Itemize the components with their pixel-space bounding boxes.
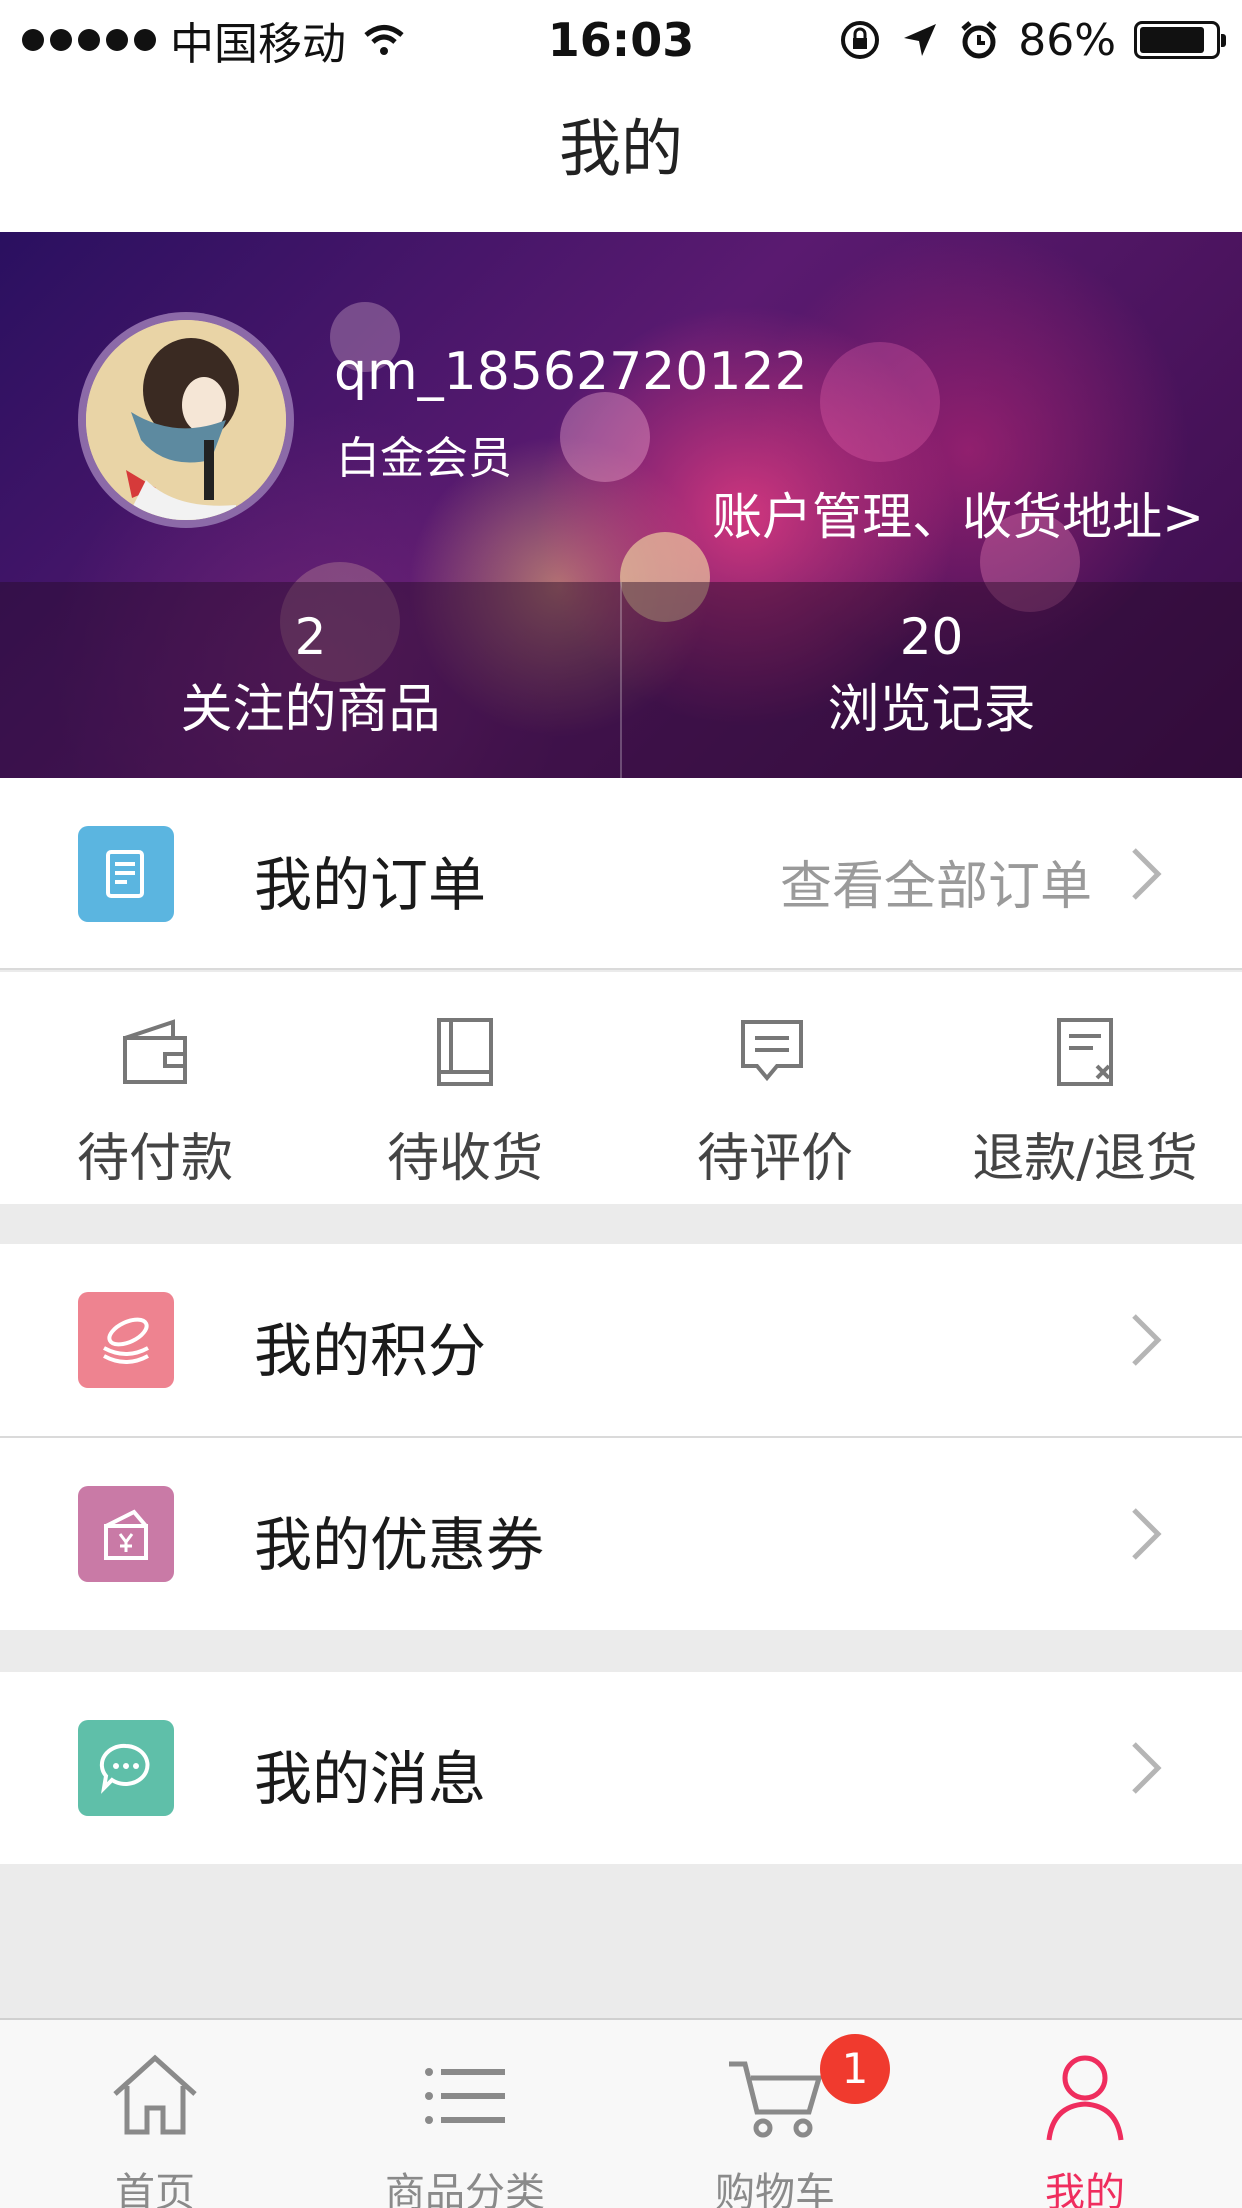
avatar[interactable] — [78, 312, 294, 528]
tab-cart[interactable]: 1 购物车 — [620, 2020, 930, 2208]
avatar-illustration — [86, 320, 286, 520]
view-all-orders-link[interactable]: 查看全部订单 — [780, 844, 1092, 919]
order-status-bar: 待付款 待收货 待评价 退款/退货 — [0, 972, 1242, 1204]
tab-label: 商品分类 — [385, 2170, 545, 2208]
chevron-right-icon — [1132, 1742, 1162, 1794]
status-right: 86% — [838, 8, 1226, 72]
tab-home[interactable]: 首页 — [0, 2020, 310, 2208]
list-icon — [425, 2068, 505, 2124]
cart-badge: 1 — [820, 2034, 890, 2104]
status-refund[interactable]: 退款/退货 — [930, 972, 1242, 1204]
my-coupons-row[interactable]: 我的优惠券 — [0, 1438, 1242, 1630]
profile-header: qm_18562720122 白金会员 账户管理、收货地址> 2 关注的商品 2… — [0, 232, 1242, 778]
status-bar: 中国移动 16:03 86% — [0, 0, 1242, 78]
status-label: 退款/退货 — [972, 1129, 1198, 1189]
my-coupons-title: 我的优惠券 — [254, 1511, 545, 1579]
tab-categories[interactable]: 商品分类 — [310, 2020, 620, 2208]
tab-profile[interactable]: 我的 — [930, 2020, 1242, 2208]
bokeh-decoration — [820, 342, 940, 462]
my-orders-title: 我的订单 — [254, 851, 487, 919]
coupon-icon — [78, 1486, 174, 1582]
home-icon — [113, 2054, 197, 2135]
account-management-link[interactable]: 账户管理、收货地址> — [712, 477, 1204, 549]
stat-followed-products[interactable]: 2 关注的商品 — [0, 582, 621, 778]
tab-bar: 首页 商品分类 1 购物车 我的 — [0, 2018, 1242, 2208]
username: qm_18562720122 — [334, 342, 808, 402]
chevron-right-icon — [1132, 1508, 1162, 1560]
profile-stats: 2 关注的商品 20 浏览记录 — [0, 582, 1242, 778]
tab-label: 购物车 — [715, 2170, 835, 2208]
battery-icon — [1134, 21, 1226, 59]
wallet-icon — [123, 1019, 187, 1084]
page-title: 我的 — [558, 112, 683, 185]
stat-label: 浏览记录 — [827, 680, 1036, 740]
person-icon — [1046, 2055, 1124, 2141]
stat-value: 2 — [294, 608, 327, 666]
my-points-row[interactable]: 我的积分 — [0, 1244, 1242, 1436]
cart-icon — [729, 2061, 823, 2138]
member-level: 白金会员 — [336, 433, 512, 484]
chat-bubble-icon — [78, 1720, 174, 1816]
chevron-right-icon — [1132, 1314, 1162, 1366]
location-arrow-icon — [904, 24, 937, 56]
my-messages-title: 我的消息 — [254, 1745, 487, 1813]
tab-label: 我的 — [1045, 2170, 1125, 2208]
stat-value: 20 — [899, 608, 964, 666]
coins-icon — [78, 1292, 174, 1388]
status-pending-review[interactable]: 待评价 — [620, 972, 930, 1204]
chevron-right-icon — [1132, 848, 1162, 900]
bokeh-decoration — [560, 392, 650, 482]
rotation-lock-icon — [841, 21, 880, 59]
book-icon — [437, 1018, 493, 1086]
status-pending-payment[interactable]: 待付款 — [0, 972, 310, 1204]
battery-percent: 86% — [1018, 14, 1116, 66]
my-orders-row[interactable]: 我的订单 查看全部订单 — [0, 778, 1242, 970]
status-label: 待评价 — [696, 1129, 853, 1189]
stat-label: 关注的商品 — [180, 680, 441, 740]
status-label: 待付款 — [76, 1129, 233, 1189]
refund-icon — [1057, 1018, 1113, 1086]
my-points-title: 我的积分 — [254, 1317, 487, 1385]
my-messages-row[interactable]: 我的消息 — [0, 1672, 1242, 1864]
status-pending-receipt[interactable]: 待收货 — [310, 972, 620, 1204]
battery-fill — [1140, 27, 1204, 53]
order-document-icon — [78, 826, 174, 922]
status-label: 待收货 — [386, 1129, 543, 1189]
stat-browse-history[interactable]: 20 浏览记录 — [621, 582, 1242, 778]
comment-icon — [741, 1020, 803, 1082]
tab-label: 首页 — [115, 2170, 195, 2208]
nav-bar: 我的 — [0, 78, 1242, 232]
divider — [0, 968, 1242, 970]
alarm-icon — [961, 21, 997, 59]
